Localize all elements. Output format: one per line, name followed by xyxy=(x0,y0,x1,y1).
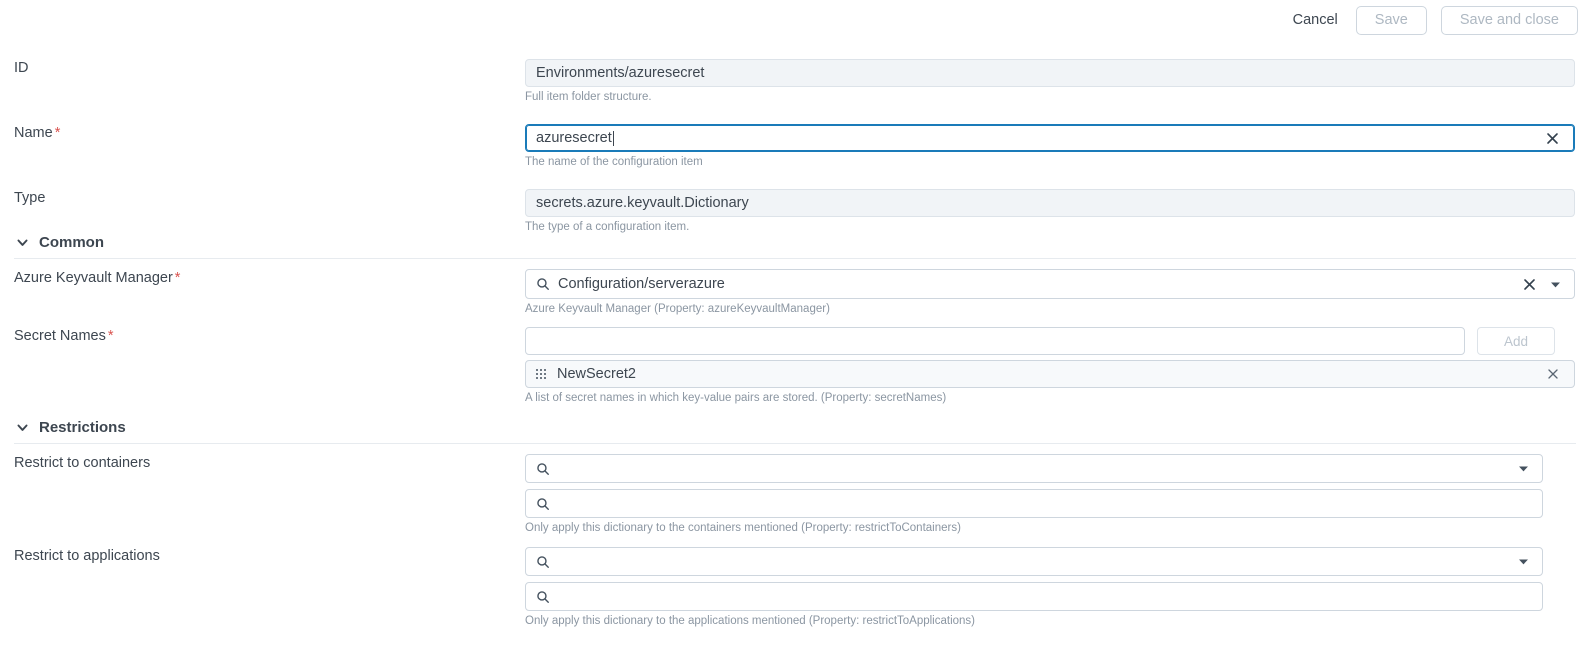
restrict-to-containers-label: Restrict to containers xyxy=(14,455,150,471)
restrict-to-applications-second-input[interactable] xyxy=(525,582,1543,611)
secret-names-add-row: Add xyxy=(525,327,1575,355)
restrict-to-containers-helper: Only apply this dictionary to the contai… xyxy=(525,522,1543,534)
type-input: secrets.azure.keyvault.Dictionary xyxy=(525,189,1575,217)
restrict-to-containers-second-input[interactable] xyxy=(525,489,1543,518)
name-input[interactable]: azuresecret xyxy=(525,124,1575,152)
secret-names-input[interactable] xyxy=(525,327,1465,355)
type-field: secrets.azure.keyvault.Dictionary The ty… xyxy=(525,189,1575,233)
chevron-down-icon[interactable] xyxy=(1547,278,1564,291)
restrictions-section: Restrictions xyxy=(0,419,1588,436)
name-helper: The name of the configuration item xyxy=(525,156,1575,168)
search-icon xyxy=(536,555,550,569)
restrict-to-applications-field: Only apply this dictionary to the applic… xyxy=(525,547,1543,627)
common-divider xyxy=(14,258,1576,259)
chevron-down-icon[interactable] xyxy=(1515,555,1532,568)
secret-names-list: NewSecret2 xyxy=(525,360,1575,388)
close-icon[interactable] xyxy=(1541,131,1564,146)
save-button[interactable]: Save xyxy=(1356,6,1427,35)
id-value: Environments/azuresecret xyxy=(536,65,1564,81)
id-field: Environments/azuresecret Full item folde… xyxy=(525,59,1575,103)
action-bar: Cancel Save Save and close xyxy=(0,0,1588,40)
chevron-down-icon[interactable] xyxy=(1515,462,1532,475)
secret-names-required-marker: * xyxy=(108,328,114,344)
secret-names-helper: A list of secret names in which key-valu… xyxy=(525,392,1575,404)
common-section-header[interactable]: Common xyxy=(0,234,1588,251)
save-and-close-button[interactable]: Save and close xyxy=(1441,6,1578,35)
search-icon xyxy=(536,497,550,511)
search-icon xyxy=(536,277,550,291)
type-value: secrets.azure.keyvault.Dictionary xyxy=(536,195,1564,211)
name-required-marker: * xyxy=(55,125,61,141)
add-secret-name-button[interactable]: Add xyxy=(1477,327,1555,355)
azure-keyvault-manager-input[interactable]: Configuration/serverazure xyxy=(525,269,1575,299)
close-icon[interactable] xyxy=(1542,367,1564,381)
restrict-to-applications-helper: Only apply this dictionary to the applic… xyxy=(525,615,1543,627)
secret-names-label: Secret Names* xyxy=(14,328,114,344)
azure-keyvault-manager-field: Configuration/serverazure Azure Keyvault… xyxy=(525,269,1575,315)
name-field: azuresecret The name of the configuratio… xyxy=(525,124,1575,168)
type-label: Type xyxy=(14,190,45,206)
close-icon[interactable] xyxy=(1518,277,1541,292)
search-icon xyxy=(536,590,550,604)
drag-handle-icon[interactable] xyxy=(536,369,546,379)
common-section: Common xyxy=(0,234,1588,251)
configuration-item-editor: Cancel Save Save and close ID Environmen… xyxy=(0,0,1588,662)
azure-keyvault-manager-required-marker: * xyxy=(175,270,181,286)
id-helper: Full item folder structure. xyxy=(525,91,1575,103)
chevron-down-icon[interactable] xyxy=(16,421,29,434)
secret-names-field: Add NewSecret2 A list of secret names in… xyxy=(525,327,1575,404)
chevron-down-icon[interactable] xyxy=(16,236,29,249)
search-icon xyxy=(536,462,550,476)
restrictions-section-title: Restrictions xyxy=(39,419,126,436)
list-item[interactable]: NewSecret2 xyxy=(525,360,1575,388)
restrict-to-containers-field: Only apply this dictionary to the contai… xyxy=(525,454,1543,534)
cancel-button[interactable]: Cancel xyxy=(1289,10,1342,30)
azure-keyvault-manager-value: Configuration/serverazure xyxy=(558,276,1518,292)
restrictions-section-header[interactable]: Restrictions xyxy=(0,419,1588,436)
restrict-to-applications-search-input[interactable] xyxy=(525,547,1543,576)
name-value: azuresecret xyxy=(536,130,1541,146)
azure-keyvault-manager-helper: Azure Keyvault Manager (Property: azureK… xyxy=(525,303,1575,315)
common-section-title: Common xyxy=(39,234,104,251)
id-input: Environments/azuresecret xyxy=(525,59,1575,87)
restrict-to-containers-search-input[interactable] xyxy=(525,454,1543,483)
restrictions-divider xyxy=(14,443,1576,444)
azure-keyvault-manager-label: Azure Keyvault Manager* xyxy=(14,270,180,286)
type-helper: The type of a configuration item. xyxy=(525,221,1575,233)
restrict-to-applications-label: Restrict to applications xyxy=(14,548,160,564)
id-label: ID xyxy=(14,60,29,76)
secret-name-value: NewSecret2 xyxy=(557,366,1542,382)
text-cursor xyxy=(613,131,614,146)
name-label: Name* xyxy=(14,125,60,141)
